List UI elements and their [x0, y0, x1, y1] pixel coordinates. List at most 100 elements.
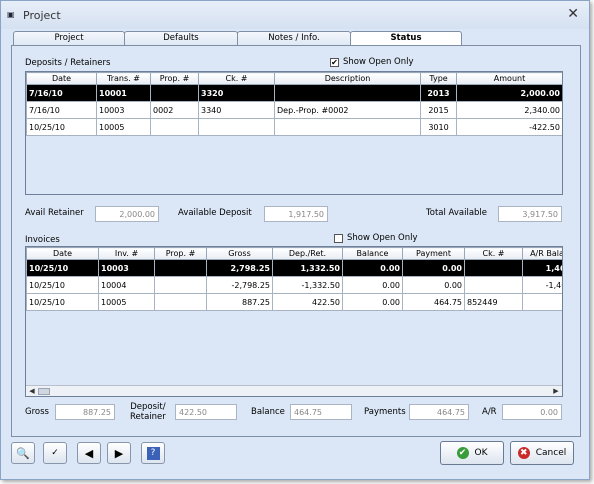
cell-balance: 0.00	[342, 276, 403, 294]
arrow-right-icon: ▶	[114, 446, 124, 460]
deposits-show-open-label: Show Open Only	[343, 57, 414, 67]
window-title: Project	[23, 9, 61, 22]
available-deposit-field[interactable]: 1,917.50	[264, 206, 328, 222]
col-header-amount[interactable]: Amount	[456, 72, 562, 85]
cell-trans: 10005	[96, 118, 151, 136]
cell-ck	[464, 276, 523, 294]
cell-payment: 0.00	[402, 276, 465, 294]
available-deposit-label: Available Deposit	[178, 208, 252, 218]
table-row[interactable]: 10/25/10 10003 2,798.25 1,332.50 0.00 0.…	[26, 259, 562, 277]
col-header-prop[interactable]: Prop. #	[150, 72, 199, 85]
cell-trans: 10001	[96, 84, 151, 102]
cell-date: 10/25/10	[26, 118, 97, 136]
cell-inv: 10004	[98, 276, 155, 294]
cell-description	[274, 84, 421, 102]
cancel-label: Cancel	[535, 448, 567, 458]
col-header-ck[interactable]: Ck. #	[198, 72, 275, 85]
cell-prop	[150, 118, 199, 136]
cell-ar-balance: 1,465.	[522, 259, 562, 277]
cell-payment: 0.00	[402, 259, 465, 277]
title-bar[interactable]: ▣ Project ✕	[1, 1, 589, 29]
invoices-show-open-only[interactable]: Show Open Only	[334, 233, 418, 243]
help-button[interactable]: ?	[141, 442, 165, 464]
invoices-header-row: Date Inv. # Prop. # Gross Dep./Ret. Bala…	[26, 247, 562, 260]
cancel-button[interactable]: ✖ Cancel	[510, 441, 574, 465]
cell-ck	[198, 118, 275, 136]
col-header-payment[interactable]: Payment	[402, 247, 465, 260]
cell-inv: 10003	[98, 259, 155, 277]
tab-strip: Project Defaults Notes / Info. Status	[11, 31, 581, 46]
total-available-field[interactable]: 3,917.50	[498, 206, 562, 222]
col-header-dep-ret[interactable]: Dep./Ret.	[272, 247, 343, 260]
next-button[interactable]: ▶	[107, 442, 131, 464]
cell-date: 10/25/10	[26, 276, 99, 294]
cell-dep-ret: -1,332.50	[272, 276, 343, 294]
cell-ck	[464, 259, 523, 277]
cell-date: 7/16/10	[26, 101, 97, 119]
cell-ck: 3320	[198, 84, 275, 102]
cell-dep-ret: 1,332.50	[272, 259, 343, 277]
table-row[interactable]: 10/25/10 10004 -2,798.25 -1,332.50 0.00 …	[26, 276, 562, 294]
cell-gross: 887.25	[206, 293, 273, 311]
deposit-label-line2: Retainer	[130, 412, 166, 422]
tab-project[interactable]: Project	[13, 31, 125, 45]
table-row[interactable]: 10/25/10 10005 887.25 422.50 0.00 464.75…	[26, 293, 562, 311]
invoices-show-open-label: Show Open Only	[347, 233, 418, 243]
tab-notes-info[interactable]: Notes / Info.	[237, 31, 351, 45]
col-header-date[interactable]: Date	[26, 72, 97, 85]
tab-status[interactable]: Status	[350, 31, 462, 46]
cell-prop	[154, 276, 207, 294]
ok-button[interactable]: ✔ OK	[440, 441, 504, 465]
previous-button[interactable]: ◀	[77, 442, 101, 464]
scroll-right-icon[interactable]: ▶	[551, 387, 561, 396]
tab-defaults[interactable]: Defaults	[124, 31, 238, 45]
col-header-balance[interactable]: Balance	[342, 247, 403, 260]
col-header-gross[interactable]: Gross	[206, 247, 273, 260]
status-panel: Deposits / Retainers ✔ Show Open Only Da…	[11, 45, 581, 437]
balance-label: Balance	[251, 407, 285, 417]
cell-ar-balance: 0.	[522, 293, 562, 311]
close-icon[interactable]: ✕	[567, 6, 579, 22]
table-row[interactable]: 7/16/10 10001 3320 2013 2,000.00	[26, 84, 562, 102]
invoices-horizontal-scrollbar[interactable]: ◀ ▶	[26, 385, 562, 396]
table-row[interactable]: 10/25/10 10005 3010 -422.50	[26, 118, 562, 136]
col-header-ck[interactable]: Ck. #	[464, 247, 523, 260]
col-header-prop[interactable]: Prop. #	[154, 247, 207, 260]
payments-field[interactable]: 464.75	[409, 404, 469, 420]
cell-gross: 2,798.25	[206, 259, 273, 277]
invoices-grid[interactable]: Date Inv. # Prop. # Gross Dep./Ret. Bala…	[25, 246, 563, 397]
scroll-thumb[interactable]	[38, 388, 50, 395]
cell-prop	[154, 259, 207, 277]
col-header-description[interactable]: Description	[274, 72, 421, 85]
spellcheck-button[interactable]: ✓	[43, 442, 67, 464]
cell-description	[274, 118, 421, 136]
ar-field[interactable]: 0.00	[502, 404, 562, 420]
deposits-grid[interactable]: Date Trans. # Prop. # Ck. # Description …	[25, 71, 563, 195]
deposit-retainer-field[interactable]: 422.50	[175, 404, 237, 420]
search-button[interactable]: 🔍	[11, 442, 35, 464]
cell-balance: 0.00	[342, 293, 403, 311]
col-header-inv[interactable]: Inv. #	[98, 247, 155, 260]
gross-field[interactable]: 887.25	[55, 404, 115, 420]
balance-field[interactable]: 464.75	[290, 404, 352, 420]
cell-prop	[150, 84, 199, 102]
gross-label: Gross	[25, 407, 49, 417]
avail-retainer-field[interactable]: 2,000.00	[95, 206, 159, 222]
deposits-show-open-only[interactable]: ✔ Show Open Only	[330, 57, 414, 67]
scroll-left-icon[interactable]: ◀	[27, 387, 37, 396]
col-header-trans[interactable]: Trans. #	[96, 72, 151, 85]
deposit-label-line1: Deposit/	[130, 402, 166, 412]
invoices-show-open-checkbox[interactable]	[334, 233, 343, 243]
deposit-retainer-label: Deposit/ Retainer	[130, 402, 166, 422]
cell-date: 7/16/10	[26, 84, 97, 102]
cell-amount: -422.50	[456, 118, 562, 136]
col-header-date[interactable]: Date	[26, 247, 99, 260]
cell-ck: 852449	[464, 293, 523, 311]
cell-amount: 2,340.00	[456, 101, 562, 119]
cancel-x-icon: ✖	[517, 447, 530, 459]
ar-label: A/R	[482, 407, 497, 417]
deposits-show-open-checkbox[interactable]: ✔	[330, 57, 339, 67]
col-header-ar-balance[interactable]: A/R Balan	[522, 247, 562, 260]
table-row[interactable]: 7/16/10 10003 0002 3340 Dep.-Prop. #0002…	[26, 101, 562, 119]
col-header-type[interactable]: Type	[420, 72, 457, 85]
